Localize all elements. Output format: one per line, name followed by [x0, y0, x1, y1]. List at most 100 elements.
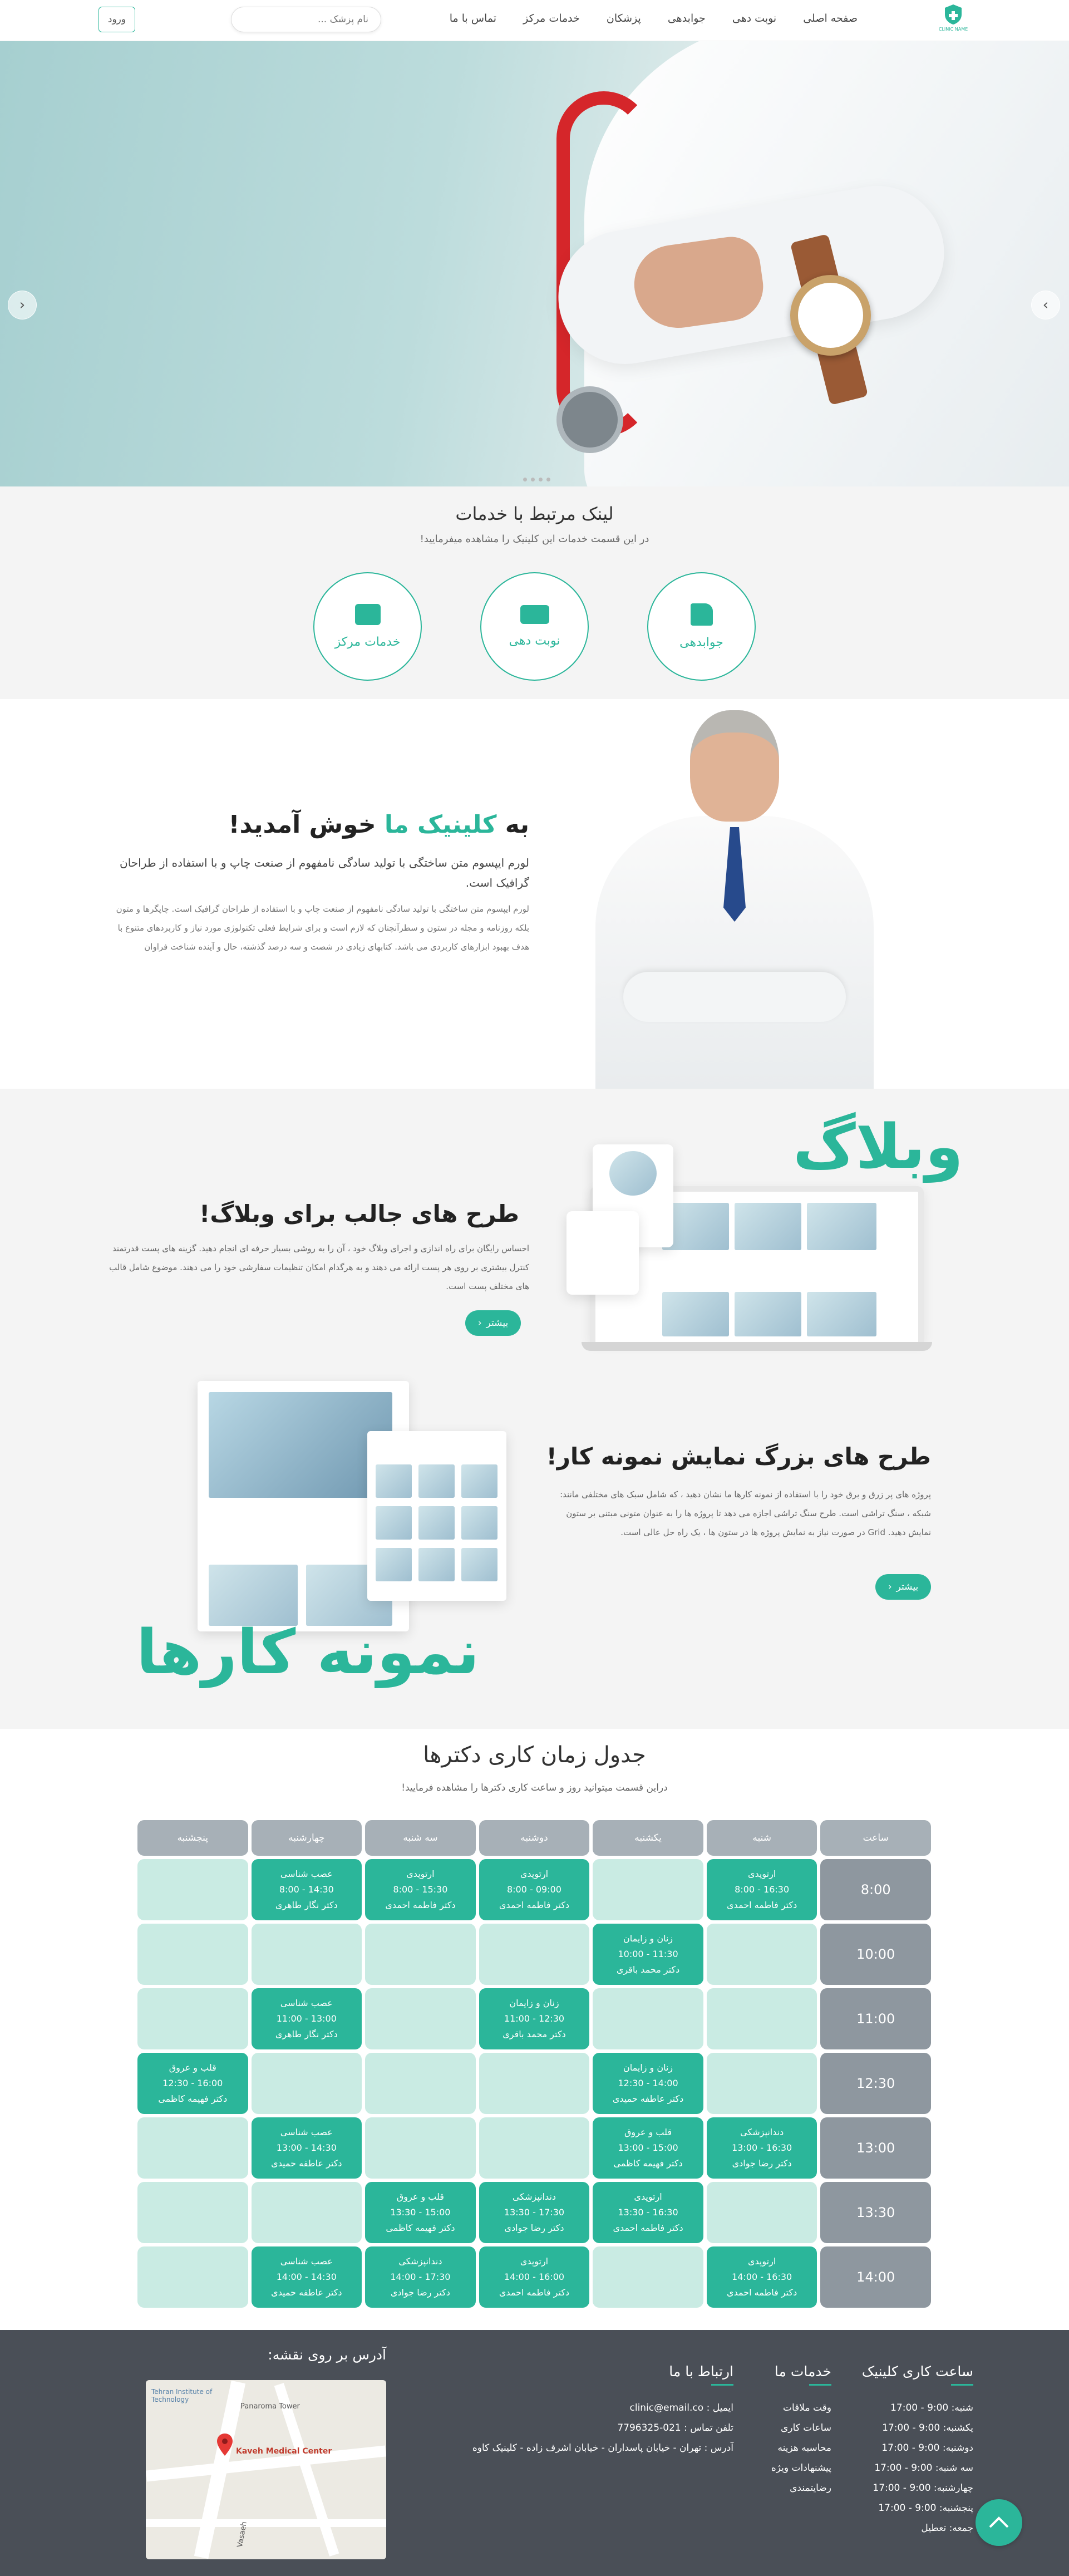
service-label: نوبت دهی — [509, 634, 560, 648]
portfolio-more-button[interactable]: بیشتر ‹ — [875, 1574, 931, 1600]
footer-link[interactable]: پیشنهادات ویژه — [771, 2458, 831, 2478]
top-navbar: CLINIC NAME صفحه اصلی نوبت دهی جوابدهی پ… — [0, 0, 1069, 41]
scroll-to-top-button[interactable] — [976, 2499, 1022, 2546]
contact-address: آدرس : تهران - خیابان پاسداران - خیابان … — [472, 2442, 733, 2454]
slider-dot[interactable] — [546, 478, 550, 481]
appointment-slot[interactable]: ارتوپدی 16:00 - 14:00 دکتر فاطمه احمدی — [479, 2246, 590, 2308]
slot-time: 16:30 - 13:00 — [732, 2142, 792, 2153]
appointment-slot[interactable]: ارتوپدی 09:00 - 8:00 دکتر فاطمه احمدی — [479, 1859, 590, 1920]
appointment-slot[interactable]: عصب شناسی 14:30 - 8:00 دکتر نگار طاهری — [251, 1859, 362, 1920]
nav-results[interactable]: جوابدهی — [668, 12, 706, 24]
search-input[interactable] — [247, 14, 368, 25]
slot-time: 14:30 - 13:00 — [276, 2142, 337, 2153]
blog-avatar-thumb — [609, 1151, 657, 1196]
slot-doctor: دکتر فاطمه احمدی — [613, 2223, 683, 2233]
slot-time: 16:00 - 12:30 — [162, 2078, 223, 2088]
shield-logo-icon — [945, 4, 962, 24]
laptop-base — [582, 1342, 932, 1351]
footer-link[interactable]: محاسبه هزینه — [771, 2438, 831, 2458]
blog-more-button[interactable]: بیشتر ‹ — [465, 1310, 521, 1336]
service-label: جوابدهی — [679, 636, 723, 650]
empty-slot — [251, 2053, 362, 2114]
service-results[interactable]: جوابدهی — [647, 572, 756, 681]
clinic-logo[interactable]: CLINIC NAME — [937, 3, 970, 37]
footer-hours-title: ساعت کاری کلینیک — [861, 2363, 973, 2380]
appointment-slot[interactable]: دندانپزشکی 16:30 - 13:00 دکتر رضا جوادی — [706, 2117, 817, 2179]
appointment-slot[interactable]: عصب شناسی 14:30 - 14:00 دکتر عاطفه حمیدی — [251, 2246, 362, 2308]
empty-slot — [706, 1988, 817, 2049]
schedule-row: 14:00 ارتوپدی 16:30 - 14:00 دکتر فاطمه احمد… — [137, 2246, 931, 2308]
appointment-slot[interactable]: زنان و زایمان 14:00 - 12:30 دکتر عاطفه حمی… — [593, 2053, 703, 2114]
appointment-slot[interactable]: دندانپزشکی 17:30 - 13:30 دکتر رضا جوادی — [479, 2182, 590, 2243]
portfolio-title: طرح های بزرگ نمایش نمونه کار! — [546, 1443, 931, 1470]
empty-slot — [365, 1924, 476, 1985]
nav-doctors[interactable]: پزشکان — [607, 12, 641, 24]
slot-doctor: دکتر محمد باقری — [503, 2029, 566, 2039]
slot-time: 16:30 - 13:30 — [618, 2207, 678, 2218]
medical-bag-icon — [354, 604, 381, 625]
slot-specialty: زنان و زایمان — [509, 1998, 559, 2008]
hours-item: دوشنبه: 9:00 - 17:00 — [881, 2442, 973, 2454]
appointment-slot[interactable]: قلب و عروق 15:00 - 13:00 دکتر فهیمه کاظمی — [593, 2117, 703, 2179]
login-button[interactable]: ورود — [98, 7, 135, 32]
appointment-slot[interactable]: زنان و زایمان 12:30 - 11:00 دکتر محمد باقر… — [479, 1988, 590, 2049]
slot-specialty: عصب شناسی — [280, 2127, 333, 2137]
slider-dot[interactable] — [531, 478, 535, 481]
location-map[interactable]: Tehran Institute of Technology Panaroma … — [146, 2380, 386, 2559]
header-cell: چهارشنبه — [251, 1820, 362, 1856]
slot-specialty: عصب شناسی — [280, 1998, 333, 2008]
nav-services[interactable]: خدمات مرکز — [523, 12, 580, 24]
appointment-slot[interactable]: ارتوپدی 16:30 - 13:30 دکتر فاطمه احمدی — [593, 2182, 703, 2243]
empty-slot — [365, 2117, 476, 2179]
ticket-icon — [520, 605, 549, 624]
map-title: آدرس بر روی نقشه: — [268, 2347, 386, 2363]
footer-services: خدمات ما وقت ملاقات ساعات کاری محاسبه هز… — [771, 2363, 831, 2498]
footer-link[interactable]: وقت ملاقات — [771, 2398, 831, 2418]
service-appointment[interactable]: نوبت دهی — [480, 572, 589, 681]
nav-home[interactable]: صفحه اصلی — [803, 12, 858, 24]
empty-slot — [137, 2182, 248, 2243]
appointment-slot[interactable]: قلب و عروق 16:00 - 12:30 دکتر فهیمه کاظمی — [137, 2053, 248, 2114]
nav-contact[interactable]: تماس با ما — [450, 12, 496, 24]
appointment-slot[interactable]: ارتوپدی 16:30 - 8:00 دکتر فاطمه احمدی — [706, 1859, 817, 1920]
appointment-slot[interactable]: ارتوپدی 15:30 - 8:00 دکتر فاطمه احمدی — [365, 1859, 476, 1920]
empty-slot — [479, 2053, 590, 2114]
empty-slot — [706, 2182, 817, 2243]
slot-doctor: دکتر عاطفه حمیدی — [271, 2158, 342, 2169]
slot-specialty: ارتوپدی — [520, 2256, 549, 2267]
more-label: بیشتر — [486, 1318, 509, 1329]
appointment-slot[interactable]: دندانپزشکی 17:30 - 14:00 دکتر رضا جوادی — [365, 2246, 476, 2308]
schedule-row: 11:00 زنان و زایمان 12:30 - 11:00 دکتر محمد… — [137, 1988, 931, 2049]
slot-specialty: دندانپزشکی — [512, 2191, 556, 2202]
slot-specialty: زنان و زایمان — [623, 1933, 673, 1944]
empty-slot — [137, 1988, 248, 2049]
slider-prev-button[interactable]: ‹ — [8, 291, 37, 319]
appointment-slot[interactable]: عصب شناسی 14:30 - 13:00 دکتر عاطفه حمیدی — [251, 2117, 362, 2179]
slot-doctor: دکتر محمد باقری — [616, 1964, 680, 1975]
blog-big-word: وبلاگ — [793, 1111, 963, 1182]
schedule-row: 12:30 زنان و زایمان 14:00 - 12:30 دکتر عاطف… — [137, 2053, 931, 2114]
footer-link[interactable]: ساعات کاری — [771, 2418, 831, 2438]
footer-hours: ساعت کاری کلینیک شنبه: 9:00 - 17:00 یکشن… — [862, 2363, 973, 2538]
appointment-slot[interactable]: زنان و زایمان 11:30 - 10:00 دکتر محمد باقر… — [593, 1924, 703, 1985]
slot-time: 16:00 - 14:00 — [504, 2272, 565, 2282]
slider-dot[interactable] — [539, 478, 543, 481]
slider-dot[interactable] — [523, 478, 527, 481]
service-center[interactable]: خدمات مرکز — [313, 572, 422, 681]
blog-thumb — [807, 1203, 876, 1250]
slider-next-button[interactable]: › — [1031, 291, 1060, 319]
portfolio-thumb — [461, 1548, 497, 1581]
appointment-slot[interactable]: عصب شناسی 13:00 - 11:00 دکتر نگار طاهری — [251, 1988, 362, 2049]
appointment-slot[interactable]: ارتوپدی 16:30 - 14:00 دکتر فاطمه احمدی — [706, 2246, 817, 2308]
slot-doctor: دکتر فاطمه احمدی — [727, 1900, 797, 1910]
appointment-slot[interactable]: قلب و عروق 15:00 - 13:30 دکتر فهیمه کاظمی — [365, 2182, 476, 2243]
map-road — [146, 2519, 386, 2527]
portfolio-thumb — [376, 1548, 412, 1581]
time-cell: 11:00 — [820, 1988, 931, 2049]
time-cell: 14:00 — [820, 2246, 931, 2308]
nav-appointment[interactable]: نوبت دهی — [732, 12, 776, 24]
time-cell: 12:30 — [820, 2053, 931, 2114]
portfolio-thumb — [418, 1506, 455, 1540]
footer-link[interactable]: رضایتمندی — [771, 2478, 831, 2498]
empty-slot — [593, 1988, 703, 2049]
